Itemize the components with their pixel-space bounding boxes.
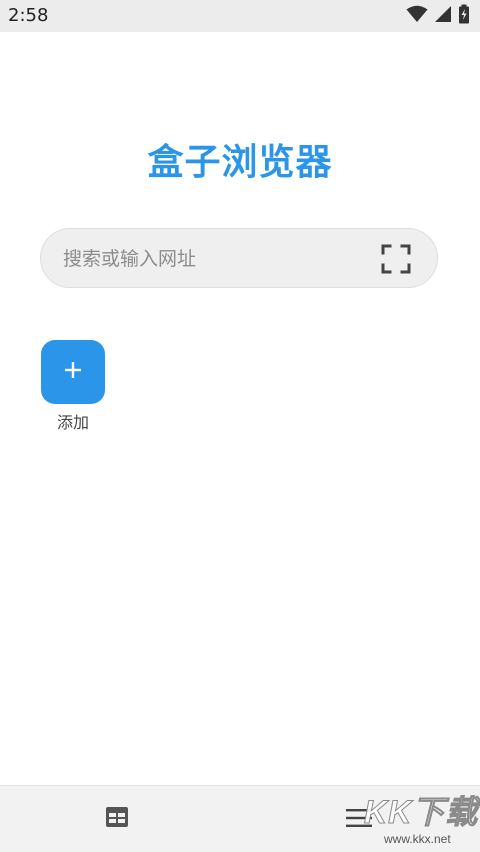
status-bar: 2:58	[0, 0, 480, 32]
tabs-icon	[106, 807, 128, 831]
status-icons	[406, 4, 470, 28]
menu-button[interactable]	[346, 808, 374, 830]
add-shortcut-button[interactable]	[41, 340, 105, 404]
scan-button[interactable]	[381, 244, 411, 274]
battery-charging-icon	[458, 4, 470, 28]
menu-icon	[346, 809, 372, 832]
scan-icon	[381, 244, 411, 278]
status-time: 2:58	[8, 5, 49, 26]
app-title: 盒子浏览器	[147, 142, 333, 183]
bottom-toolbar	[0, 785, 480, 852]
signal-icon	[434, 5, 452, 27]
search-input-placeholder[interactable]: 搜索或输入网址	[63, 246, 196, 272]
search-bar[interactable]: 搜索或输入网址	[40, 228, 438, 288]
plus-icon	[64, 361, 82, 383]
add-shortcut-label: 添加	[56, 413, 89, 432]
tabs-button[interactable]	[106, 807, 134, 831]
wifi-icon	[406, 5, 428, 27]
browser-home-screen: 2:58 盒子浏览器 搜索或输入网址 添加 KK下载 www.kkx.net	[0, 0, 480, 852]
